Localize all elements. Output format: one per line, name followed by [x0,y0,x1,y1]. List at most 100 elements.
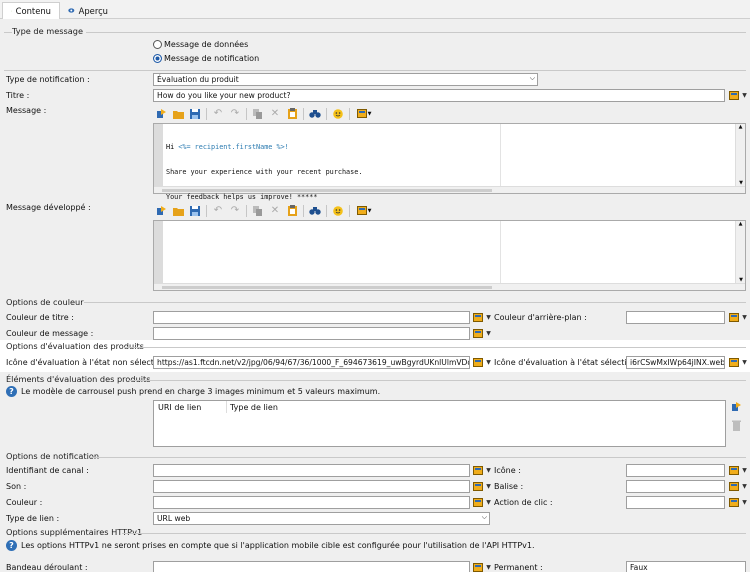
emoji-button[interactable] [332,108,344,120]
channel-id-input[interactable] [153,464,470,477]
find-button[interactable] [309,205,321,217]
tag-input[interactable] [626,480,725,493]
cut-button[interactable]: ✕ [269,108,281,120]
vertical-scrollbar[interactable]: ▲ ▼ [735,124,745,186]
personalization-button[interactable] [471,480,485,493]
column-header-link-uri[interactable]: URI de lien [158,403,201,412]
title-color-input[interactable] [153,311,470,324]
save-button[interactable] [189,205,201,217]
personalization-button[interactable] [727,89,741,102]
insert-menu-button[interactable]: ▼ [355,108,373,120]
personalization-icon [729,313,739,322]
code-text: <%= recipient.firstName %>! [178,142,289,151]
info-text: Le modèle de carrousel push prend en cha… [21,387,381,396]
personalization-button[interactable] [471,464,485,477]
selected-icon-input[interactable]: i6rCSwMxIWp64jINX.webp [626,356,725,369]
save-button[interactable] [189,108,201,120]
personalization-button[interactable] [471,311,485,324]
column-header-link-type[interactable]: Type de lien [230,403,278,412]
horizontal-scrollbar[interactable] [154,283,745,290]
tab-label: Contenu [15,6,51,16]
dropdown-arrow-icon[interactable]: ▼ [485,464,492,477]
sound-input[interactable] [153,480,470,493]
redo-button[interactable]: ↷ [229,108,241,120]
info-icon: ? [6,540,17,551]
ticker-input[interactable] [153,561,470,572]
dropdown-arrow-icon[interactable]: ▼ [485,356,492,369]
chevron-down-icon: ⌵ [481,513,487,521]
personalization-icon [473,313,483,322]
title-input[interactable]: How do you like your new product? [153,89,725,102]
personalization-icon [356,206,367,215]
cut-button[interactable]: ✕ [269,205,281,217]
undo-button[interactable]: ↶ [212,205,224,217]
open-button[interactable] [172,108,184,120]
link-type-select[interactable]: URL web ⌵ [153,512,490,525]
cut-icon: ✕ [270,108,280,119]
scroll-up-icon[interactable]: ▲ [736,221,745,227]
radio-button[interactable] [153,54,162,63]
copy-button[interactable] [252,205,264,217]
rating-elements-list[interactable]: URI de lien Type de lien [153,400,726,447]
section-title: Options de couleur [6,297,84,307]
personalization-button[interactable] [727,464,741,477]
notification-type-select[interactable]: Évaluation du produit ⌵ [153,73,538,86]
personalization-button[interactable] [471,327,485,340]
unselected-icon-input[interactable]: https://as1.ftcdn.net/v2/jpg/06/94/67/36… [153,356,470,369]
expanded-message-editor[interactable]: ▲ ▼ [153,220,746,291]
insert-personalization-button[interactable] [155,108,167,120]
personalization-button[interactable] [471,356,485,369]
scroll-thumb[interactable] [162,286,492,289]
open-button[interactable] [172,205,184,217]
dropdown-arrow-icon[interactable]: ▼ [741,356,748,369]
personalization-button[interactable] [471,496,485,509]
add-element-button[interactable] [731,401,743,413]
dropdown-arrow-icon[interactable]: ▼ [485,496,492,509]
dropdown-arrow-icon[interactable]: ▼ [741,464,748,477]
message-color-input[interactable] [153,327,470,340]
copy-button[interactable] [252,108,264,120]
personalization-button[interactable] [471,561,485,572]
radio-data-message[interactable]: Message de données [153,40,248,49]
sticky-select[interactable]: Faux [626,561,746,572]
paste-icon [287,108,297,119]
personalization-button[interactable] [727,356,741,369]
dropdown-arrow-icon[interactable]: ▼ [741,89,748,102]
radio-notification-message[interactable]: Message de notification [153,54,259,63]
tab-contenu[interactable]: Contenu [2,2,60,19]
dropdown-arrow-icon[interactable]: ▼ [741,311,748,324]
horizontal-scrollbar[interactable] [154,186,745,193]
click-action-input[interactable] [626,496,725,509]
tab-apercu[interactable]: Aperçu [60,2,116,19]
emoji-button[interactable] [332,205,344,217]
paste-button[interactable] [286,205,298,217]
separator [349,107,350,120]
dropdown-arrow-icon[interactable]: ▼ [741,480,748,493]
personalization-button[interactable] [727,496,741,509]
background-color-input[interactable] [626,311,725,324]
color-input[interactable] [153,496,470,509]
dropdown-arrow-icon[interactable]: ▼ [741,496,748,509]
dropdown-arrow-icon[interactable]: ▼ [485,327,492,340]
divider [84,302,746,303]
redo-button[interactable]: ↷ [229,205,241,217]
insert-menu-button[interactable]: ▼ [355,205,373,217]
dropdown-arrow-icon[interactable]: ▼ [485,480,492,493]
personalization-button[interactable] [727,480,741,493]
scroll-up-icon[interactable]: ▲ [736,124,745,130]
find-button[interactable] [309,108,321,120]
personalization-button[interactable] [727,311,741,324]
paste-icon [287,205,297,216]
undo-button[interactable]: ↶ [212,108,224,120]
dropdown-arrow-icon[interactable]: ▼ [485,311,492,324]
radio-button[interactable] [153,40,162,49]
insert-personalization-button[interactable] [155,205,167,217]
dropdown-arrow-icon[interactable]: ▼ [485,561,492,572]
chevron-down-icon: ▼ [367,207,372,214]
scroll-thumb[interactable] [162,189,492,192]
message-editor[interactable]: Hi <%= recipient.firstName %>! Share you… [153,123,746,201]
paste-button[interactable] [286,108,298,120]
icon-input[interactable] [626,464,725,477]
delete-element-button[interactable] [732,420,744,432]
vertical-scrollbar[interactable]: ▲ ▼ [735,221,745,283]
